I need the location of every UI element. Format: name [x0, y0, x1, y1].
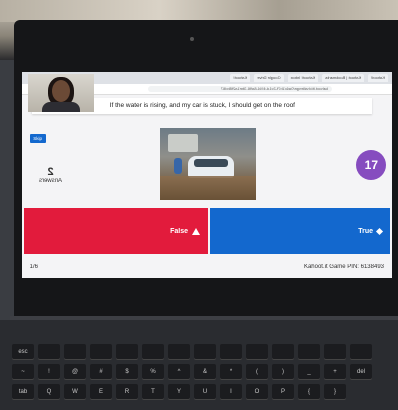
keyboard-key[interactable]: esc [12, 344, 34, 359]
key-row-function: esc [12, 344, 372, 359]
answers-count-label: Answers [38, 178, 62, 184]
keyboard-key[interactable]: ( [246, 364, 268, 379]
video-call-thumbnail[interactable] [28, 74, 94, 112]
keyboard-key[interactable] [272, 344, 294, 359]
progress-text: 1/6 [30, 264, 39, 270]
keyboard-key[interactable]: * [220, 364, 242, 379]
keyboard-key[interactable] [90, 344, 112, 359]
keyboard-key[interactable]: # [90, 364, 112, 379]
keyboard-key[interactable] [142, 344, 164, 359]
keyboard-key[interactable]: ! [38, 364, 60, 379]
game-pin-text: Kahoot.it Game PIN: 6138493 [303, 264, 384, 270]
browser-tab[interactable]: Kahoot! Inbox [287, 74, 319, 82]
car-window-shape [194, 159, 228, 167]
keyboard-key[interactable]: ) [272, 364, 294, 379]
keyboard-key[interactable] [64, 344, 86, 359]
keyboard-key[interactable]: del [350, 364, 372, 379]
keyboard-key[interactable]: P [272, 384, 294, 399]
floodwater-shape [160, 176, 256, 200]
keyboard-key[interactable]: + [324, 364, 346, 379]
keyboard-key[interactable] [194, 344, 216, 359]
progress-counter: 1/6 [30, 264, 38, 270]
timer-value: 17 [364, 158, 378, 172]
keyboard-key[interactable]: Q [38, 384, 60, 399]
diamond-icon [375, 227, 384, 235]
key-row-number: ~! @ # $% ^ & * () _ + del [12, 364, 372, 379]
answer-true-label-wrap: True [358, 227, 390, 235]
laptop-screen: Kahoot! Kahoot | Bookmarks Kahoot! Inbox… [22, 72, 392, 278]
keyboard-key[interactable]: O [246, 384, 268, 399]
keyboard-key[interactable]: % [142, 364, 164, 379]
browser-tab[interactable]: Google Drive [254, 74, 284, 82]
browser-tab[interactable]: Kahoot! [368, 74, 388, 82]
keyboard-key[interactable] [220, 344, 242, 359]
keyboard-key[interactable] [350, 344, 372, 359]
keyboard-key[interactable]: I [220, 384, 242, 399]
answers-count: 2 Answers [30, 166, 70, 184]
keyboard-key[interactable]: & [194, 364, 216, 379]
keyboard-key[interactable]: ~ [12, 364, 34, 379]
answer-true-button[interactable]: True [210, 208, 390, 254]
keyboard-key[interactable]: E [90, 384, 112, 399]
keyboard-key[interactable]: } [324, 384, 346, 399]
keyboard-key[interactable]: $ [116, 364, 138, 379]
laptop-keyboard: esc ~! @ # $% ^ & * () _ + del tab Q W E R T Y U I O P {} [0, 320, 398, 410]
keyboard-key[interactable] [246, 344, 268, 359]
keyboard-key[interactable]: U [194, 384, 216, 399]
question-image [160, 128, 256, 200]
background-wall [0, 0, 398, 22]
keyboard-key[interactable] [324, 344, 346, 359]
question-text: If the water is rising, and my car is st… [109, 102, 295, 109]
person-shirt [42, 102, 80, 112]
keyboard-key[interactable] [38, 344, 60, 359]
browser-tab[interactable]: Kahoot! [230, 74, 251, 82]
key-row-qwerty: tab Q W E R T Y U I O P {} [12, 384, 346, 399]
webcam-dot [190, 37, 194, 41]
keyboard-key[interactable] [298, 344, 320, 359]
keyboard-key[interactable] [168, 344, 190, 359]
url-field[interactable]: kahoot.it/challenge/0a4c1b7f-2c1d-4f44-8… [148, 86, 332, 92]
keyboard-key[interactable]: _ [298, 364, 320, 379]
answer-false-label-wrap: False [170, 227, 208, 235]
keyboard-key[interactable]: Y [168, 384, 190, 399]
triangle-icon [192, 227, 200, 235]
browser-tab[interactable]: Kahoot | Bookmarks [322, 74, 365, 82]
answer-false-button[interactable]: False [24, 208, 208, 254]
answer-true-label: True [358, 227, 373, 235]
game-info: Kahoot.it Game PIN: 6138493 [304, 264, 384, 270]
game-footer: 1/6 Kahoot.it Game PIN: 6138493 [22, 258, 392, 278]
answer-false-label: False [170, 227, 188, 235]
skip-button[interactable]: Skip [30, 134, 46, 143]
keyboard-key[interactable]: W [64, 384, 86, 399]
keyboard-key[interactable]: @ [64, 364, 86, 379]
answers-count-number: 2 [46, 166, 54, 178]
truck-shape [168, 134, 198, 152]
keyboard-key[interactable]: ^ [168, 364, 190, 379]
countdown-timer: 17 [356, 150, 386, 180]
skip-label: Skip [33, 136, 43, 141]
person-shape [174, 158, 182, 174]
keyboard-key[interactable]: R [116, 384, 138, 399]
keyboard-key[interactable]: { [298, 384, 320, 399]
keyboard-key[interactable]: T [142, 384, 164, 399]
keyboard-key[interactable]: tab [12, 384, 34, 399]
keyboard-key[interactable] [116, 344, 138, 359]
person-face [52, 80, 70, 102]
